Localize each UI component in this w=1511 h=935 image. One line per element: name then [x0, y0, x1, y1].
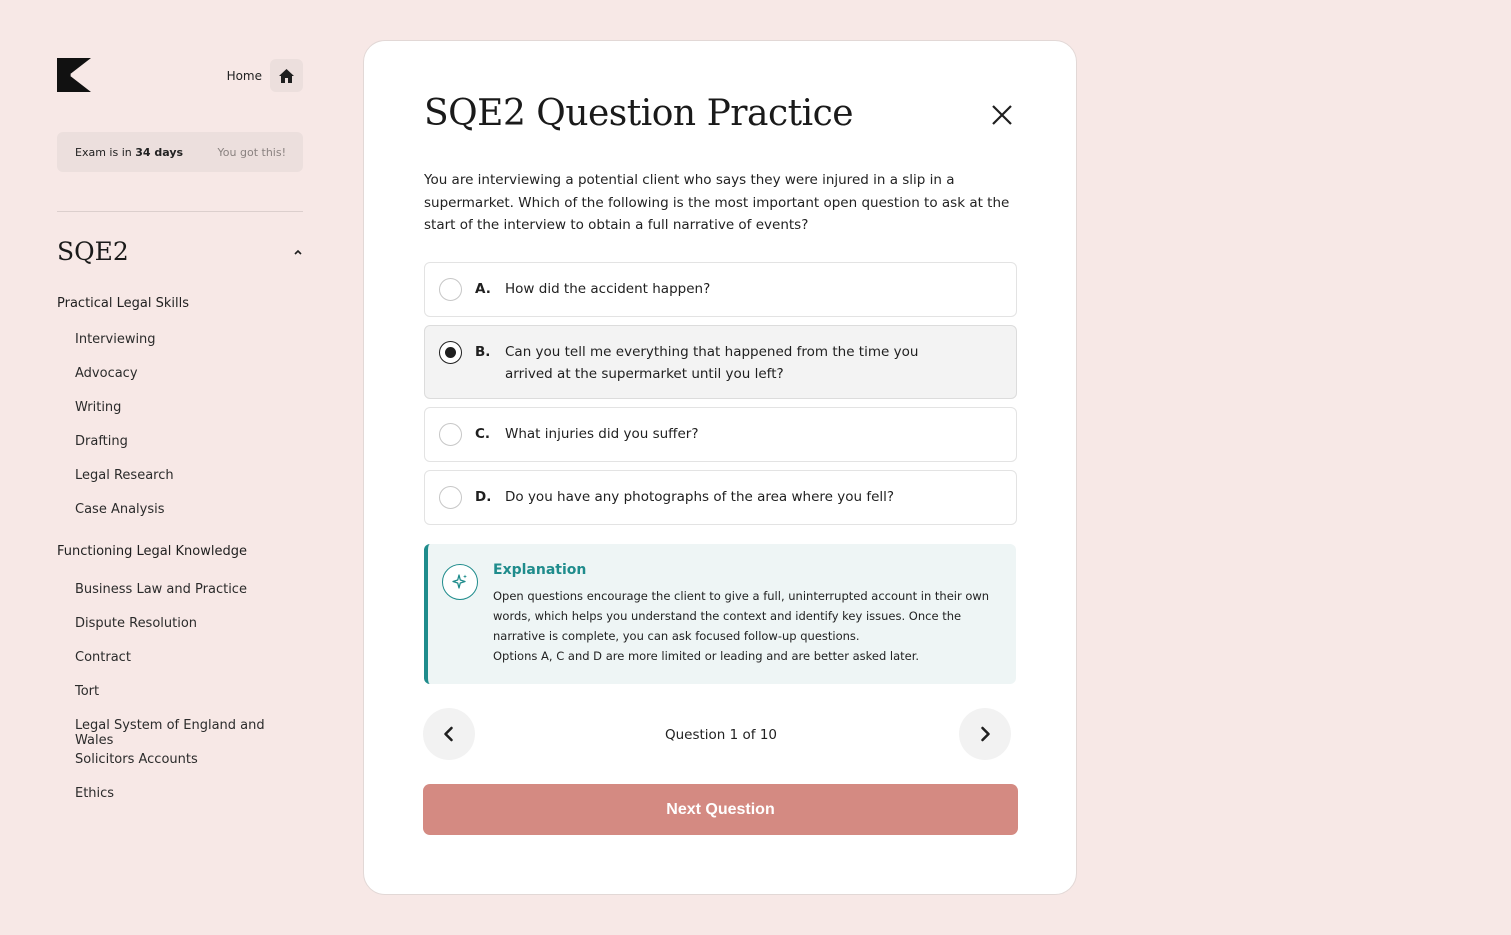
option-c[interactable]: C. What injuries did you suffer? [424, 407, 1017, 462]
card-title: SQE2 Question Practice [424, 93, 854, 134]
explanation-panel: Explanation Open questions encourage the… [424, 544, 1016, 684]
sidebar-item-business-law[interactable]: Business Law and Practice [75, 582, 247, 597]
exam-prefix: Exam is in [75, 145, 132, 159]
radio-button[interactable] [439, 486, 462, 509]
question-card: SQE2 Question Practice You are interview… [363, 40, 1077, 895]
sidebar-divider [57, 211, 303, 212]
option-letter: D. [475, 489, 492, 505]
sidebar-item-solicitors-accounts[interactable]: Solicitors Accounts [75, 752, 198, 767]
sidebar-item-dispute-resolution[interactable]: Dispute Resolution [75, 616, 197, 631]
app-page: Home Exam is in 34 days You got this! SQ… [0, 0, 1511, 935]
home-label: Home [226, 68, 262, 83]
radio-button-selected[interactable] [439, 341, 462, 364]
sidebar-item-case-analysis[interactable]: Case Analysis [75, 502, 165, 517]
option-text: What injuries did you suffer? [505, 426, 699, 442]
sidebar-item-contract[interactable]: Contract [75, 650, 131, 665]
explanation-body: Open questions encourage the client to g… [493, 589, 990, 643]
option-b[interactable]: B. Can you tell me everything that happe… [424, 325, 1017, 399]
section-practical-legal-skills[interactable]: Practical Legal Skills [57, 296, 189, 311]
exam-encouragement: You got this! [217, 145, 286, 159]
sidebar-item-ethics[interactable]: Ethics [75, 786, 114, 801]
home-link[interactable]: Home [227, 59, 303, 92]
question-text: You are interviewing a potential client … [424, 172, 1010, 233]
exam-countdown-text: Exam is in 34 days [75, 146, 183, 159]
exam-countdown-banner: Exam is in 34 days You got this! [57, 132, 303, 172]
next-arrow-button[interactable] [959, 708, 1011, 760]
option-text: Can you tell me everything that happened… [505, 344, 919, 382]
home-icon [279, 68, 294, 83]
sidebar-item-interviewing[interactable]: Interviewing [75, 332, 156, 347]
sidebar: Home Exam is in 34 days You got this! SQ… [57, 56, 303, 836]
sparkle-icon [442, 564, 478, 600]
chevron-up-icon[interactable] [293, 248, 303, 256]
close-icon[interactable] [990, 103, 1014, 127]
explanation-note: Options A, C and D are more limited or l… [493, 649, 920, 663]
sidebar-item-tort[interactable]: Tort [75, 684, 99, 699]
option-letter: B. [475, 344, 491, 360]
home-button[interactable] [270, 59, 303, 92]
sidebar-item-writing[interactable]: Writing [75, 400, 121, 415]
chevron-right-icon [981, 726, 990, 742]
option-letter: A. [475, 281, 491, 297]
exam-days: 34 days [135, 145, 184, 159]
option-a[interactable]: A. How did the accident happen? [424, 262, 1017, 317]
sidebar-item-legal-system[interactable]: Legal System of England and Wales [75, 718, 303, 748]
section-functioning-legal-knowledge[interactable]: Functioning Legal Knowledge [57, 544, 247, 559]
brand-logo[interactable] [57, 58, 91, 92]
option-text: How did the accident happen? [505, 281, 711, 297]
option-letter: C. [475, 426, 491, 442]
radio-button[interactable] [439, 278, 462, 301]
course-title[interactable]: SQE2 [57, 237, 129, 266]
next-question-button[interactable]: Next Question [423, 784, 1018, 835]
explanation-title: Explanation [493, 562, 587, 578]
sidebar-item-legal-research[interactable]: Legal Research [75, 468, 174, 483]
radio-button[interactable] [439, 423, 462, 446]
sidebar-item-advocacy[interactable]: Advocacy [75, 366, 138, 381]
option-text: Do you have any photographs of the area … [505, 489, 895, 505]
sidebar-item-drafting[interactable]: Drafting [75, 434, 128, 449]
option-d[interactable]: D. Do you have any photographs of the ar… [424, 470, 1017, 525]
explanation-text: Open questions encourage the client to g… [493, 586, 993, 666]
